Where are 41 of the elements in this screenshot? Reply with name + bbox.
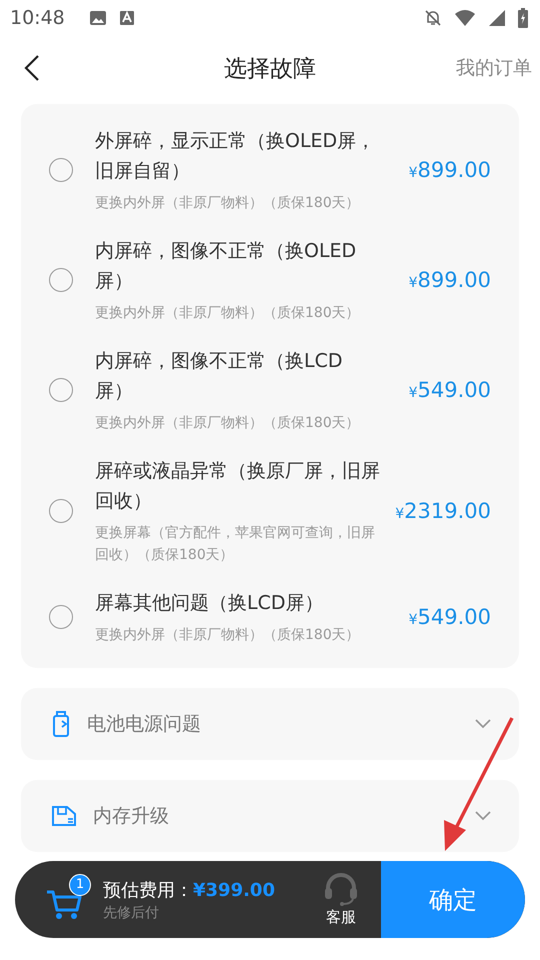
payment-note: 先修后付 <box>103 904 160 922</box>
estimate-price: ¥399.00 <box>193 880 275 900</box>
signal-icon <box>488 9 506 27</box>
option-price: ¥549.00 <box>408 378 491 402</box>
status-time: 10:48 <box>10 7 65 29</box>
option-price: ¥899.00 <box>408 158 491 182</box>
battery-icon <box>518 8 528 28</box>
radio-button[interactable] <box>49 158 73 182</box>
option-title: 屏幕其他问题（换LCD屏） <box>95 591 324 616</box>
option-note: 更换屏幕（官方配件，苹果官网可查询，旧屏回收）（质保180天） <box>95 524 376 565</box>
option-note: 更换内外屏（非原厂物料）（质保180天） <box>95 626 361 645</box>
radio-button[interactable] <box>49 268 73 292</box>
back-icon[interactable] <box>24 54 40 82</box>
image-icon <box>88 10 107 26</box>
option-price: ¥899.00 <box>408 268 491 292</box>
category-row[interactable]: 内存升级 <box>21 780 519 852</box>
option-title: 内屏碎，图像不正常（换LCD屏） <box>95 349 344 404</box>
page-title: 选择故障 <box>224 54 316 84</box>
option-title: 内屏碎，图像不正常（换OLED屏） <box>95 239 358 294</box>
option-title: 外屏碎，显示正常（换OLED屏，旧屏自留） <box>95 129 376 184</box>
bell-off-icon <box>424 9 442 27</box>
radio-button[interactable] <box>49 605 73 629</box>
radio-button[interactable] <box>49 499 73 523</box>
confirm-button[interactable]: 确定 <box>381 861 525 938</box>
category-row[interactable]: 电池电源问题 <box>21 688 519 760</box>
option-note: 更换内外屏（非原厂物料）（质保180天） <box>95 194 361 213</box>
option-title: 屏碎或液晶异常（换原厂屏，旧屏回收） <box>95 459 380 514</box>
wifi-icon <box>454 9 476 27</box>
option-price: ¥2319.00 <box>395 499 491 523</box>
battery-icon <box>51 711 71 737</box>
radio-button[interactable] <box>49 378 73 402</box>
my-orders-link[interactable]: 我的订单 <box>456 55 532 81</box>
estimate-label: 预估费用： <box>103 878 193 902</box>
headset-icon[interactable] <box>323 872 359 906</box>
option-note: 更换内外屏（非原厂物料）（质保180天） <box>95 304 361 323</box>
option-price: ¥549.00 <box>408 605 491 629</box>
font-icon <box>118 10 135 26</box>
service-label[interactable]: 客服 <box>326 908 356 927</box>
option-note: 更换内外屏（非原厂物料）（质保180天） <box>95 414 361 433</box>
memory-card-icon <box>51 805 77 827</box>
cart-count-badge: 1 <box>69 874 91 896</box>
